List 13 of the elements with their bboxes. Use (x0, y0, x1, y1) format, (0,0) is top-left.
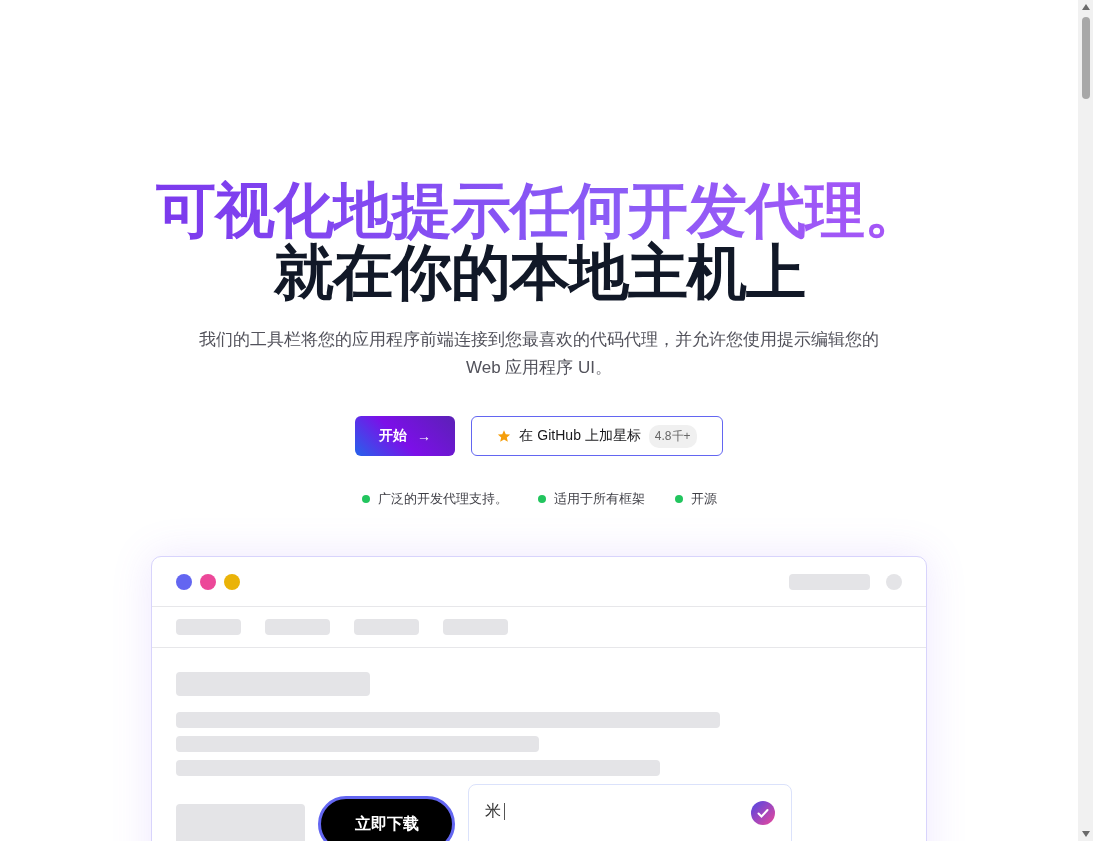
scrollbar[interactable] (1078, 0, 1093, 841)
placeholder-circle (886, 573, 902, 590)
download-button[interactable]: 立即下载 (318, 796, 455, 841)
get-started-button[interactable]: 开始 → (355, 416, 455, 456)
star-icon (497, 429, 512, 443)
feature-label: 广泛的开发代理支持。 (377, 490, 508, 508)
subtitle: 我们的工具栏将您的应用程序前端连接到您最喜欢的代码代理，并允许您使用提示编辑您的 Web 应用程序 UI。 (199, 329, 879, 379)
github-star-button[interactable]: 在 GitHub 上加星标 4.8千+ (471, 416, 723, 456)
headline: 就在你的本地主机上 (273, 242, 805, 304)
prompt-input[interactable]: 米 (468, 784, 792, 841)
check-icon (751, 801, 775, 825)
feature-label: 适用于所有框架 (553, 490, 645, 508)
feature-label: 开源 (690, 490, 717, 508)
